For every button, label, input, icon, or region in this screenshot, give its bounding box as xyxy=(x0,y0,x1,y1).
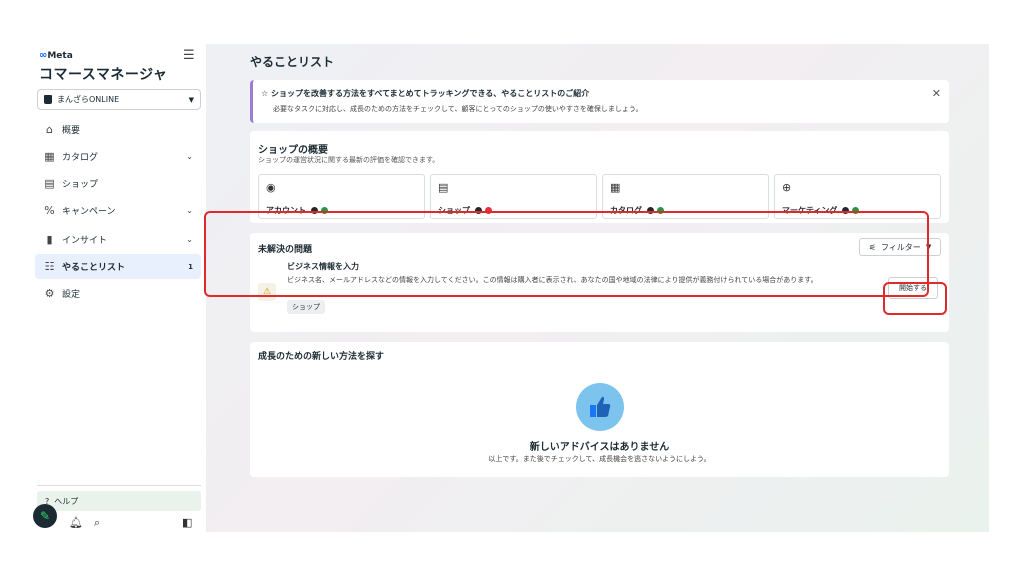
main-content: やることリスト ☆ ショップを改善する方法をすべてまとめてトラッキングできる、や… xyxy=(206,44,989,532)
sidebar-item-label: キャンペーン xyxy=(62,207,116,217)
issue-description: ビジネス名、メールアドレスなどの情報を入力してください。この情報は購入者に表示さ… xyxy=(287,276,818,284)
issue-item: ⚠ ビジネス情報を入力 ビジネス名、メールアドレスなどの情報を入力してください。… xyxy=(250,257,949,329)
overview-tile-account[interactable]: ◉ アカウント xyxy=(258,174,425,219)
sidebar-nav: ⌂ 概要 ▦ カタログ ⌄ ▤ ショップ % キャンペーン ⌄ ▮ インサイト … xyxy=(33,117,203,308)
sidebar: ∞Meta コマースマネージャ ☰ まんざらONLINE ▼ ⌂ 概要 ▦ カタ… xyxy=(33,44,206,532)
info-icon xyxy=(311,207,318,214)
empty-state-text: 以上です。また後でチェックして、成長機会を逃さないようにしよう。 xyxy=(488,455,711,463)
filter-button[interactable]: ⚟ フィルター ▼ xyxy=(859,238,941,256)
start-button[interactable]: 開始する xyxy=(888,277,938,299)
sidebar-item-label: 概要 xyxy=(62,126,81,136)
growth-card: 成長のための新しい方法を探す 新しいアドバイスはありません 以上です。また後でチ… xyxy=(250,342,949,477)
sidebar-item-settings[interactable]: ⚙ 設定 xyxy=(35,281,201,306)
sidebar-item-insights[interactable]: ▮ インサイト ⌄ xyxy=(35,227,201,252)
panel-toggle-icon[interactable]: ◧ xyxy=(182,516,192,529)
storefront-icon: ▤ xyxy=(438,181,449,194)
grid-icon: ▦ xyxy=(610,181,621,194)
shop-selector[interactable]: まんざらONLINE ▼ xyxy=(37,89,201,110)
bell-icon[interactable]: 🔔︎ xyxy=(69,516,83,529)
target-icon: ⊕ xyxy=(782,181,792,194)
tile-label: マーケティング xyxy=(782,206,838,215)
caret-down-icon: ▼ xyxy=(925,243,932,251)
percent-icon: % xyxy=(44,204,55,217)
app-title: コマースマネージャ xyxy=(39,67,168,83)
open-issues-card: 未解決の問題 ⚟ フィルター ▼ ⚠ ビジネス情報を入力 ビジネス名、メールアド… xyxy=(250,233,949,332)
issues-title: 未解決の問題 xyxy=(258,245,313,255)
sidebar-divider xyxy=(37,485,201,486)
chevron-down-icon: ⌄ xyxy=(186,152,193,161)
sidebar-item-label: ショップ xyxy=(62,180,99,190)
status-dot-red xyxy=(485,207,492,214)
grid-icon: ▦ xyxy=(44,150,55,163)
status-dot-green xyxy=(852,207,860,214)
sidebar-item-catalog[interactable]: ▦ カタログ ⌄ xyxy=(35,144,201,169)
tile-label: アカウント xyxy=(266,206,306,215)
banner-title: ☆ ショップを改善する方法をすべてまとめてトラッキングできる、やることリストのご… xyxy=(261,88,589,99)
sliders-icon: ⚟ xyxy=(868,242,876,252)
empty-state-title: 新しいアドバイスはありません xyxy=(529,442,670,453)
tile-label: ショップ xyxy=(438,206,470,215)
issue-title: ビジネス情報を入力 xyxy=(287,262,359,271)
info-icon xyxy=(842,207,850,214)
info-icon xyxy=(647,207,654,214)
banner-text: 必要なタスクに対応し、成長のための方法をチェックして、顧客にとってのショップの使… xyxy=(273,105,643,113)
star-icon: ☆ xyxy=(261,89,271,98)
shop-name: まんざらONLINE xyxy=(57,95,120,104)
close-icon[interactable]: ✕ xyxy=(932,87,941,100)
warning-icon: ⚠ xyxy=(258,283,276,301)
gear-icon: ⚙ xyxy=(44,287,55,300)
sidebar-item-label: やることリスト xyxy=(62,263,126,273)
help-label: ヘルプ xyxy=(54,496,79,506)
tile-label: カタログ xyxy=(610,206,642,215)
intro-banner: ☆ ショップを改善する方法をすべてまとめてトラッキングできる、やることリストのご… xyxy=(250,80,949,123)
bar-chart-icon: ▮ xyxy=(46,233,53,246)
sidebar-item-overview[interactable]: ⌂ 概要 xyxy=(35,117,201,142)
user-circle-icon: ◉ xyxy=(266,181,276,194)
checklist-icon: ☷ xyxy=(44,260,55,273)
storefront-icon: ▤ xyxy=(44,177,55,190)
shop-overview-card: ショップの概要 ショップの運営状況に関する最新の評価を確認できます。 ◉ アカウ… xyxy=(250,131,949,223)
status-dot-green xyxy=(657,207,664,214)
sidebar-item-shop[interactable]: ▤ ショップ xyxy=(35,171,201,196)
sidebar-item-todo[interactable]: ☷ やることリスト 1 xyxy=(35,254,201,279)
sidebar-bottom-bar: 🔔︎ ⌕ ◧ xyxy=(33,514,205,532)
caret-down-icon: ▼ xyxy=(188,95,194,104)
sidebar-item-label: インサイト xyxy=(62,236,108,246)
overview-title: ショップの概要 xyxy=(258,145,328,156)
thumbs-up-icon xyxy=(576,383,624,431)
chevron-down-icon: ⌄ xyxy=(186,235,193,244)
banner-title-text: ショップを改善する方法をすべてまとめてトラッキングできる、やることリストのご紹介 xyxy=(270,89,590,98)
growth-title: 成長のための新しい方法を探す xyxy=(258,352,385,362)
overview-tile-marketing[interactable]: ⊕ マーケティング xyxy=(774,174,941,219)
shop-bag-icon xyxy=(44,95,52,104)
chevron-down-icon: ⌄ xyxy=(186,206,193,215)
overview-tile-shop[interactable]: ▤ ショップ xyxy=(430,174,597,219)
home-icon: ⌂ xyxy=(46,123,53,136)
todo-count-badge: 1 xyxy=(188,262,193,271)
overview-tile-catalog[interactable]: ▦ カタログ xyxy=(602,174,769,219)
edit-pen-icon[interactable]: ✎ xyxy=(33,504,57,528)
menu-icon[interactable]: ☰ xyxy=(183,48,195,63)
app-window: ∞Meta コマースマネージャ ☰ まんざらONLINE ▼ ⌂ 概要 ▦ カタ… xyxy=(33,44,989,532)
sidebar-item-label: 設定 xyxy=(62,290,81,300)
brand-name: Meta xyxy=(47,51,73,61)
sidebar-item-label: カタログ xyxy=(62,153,99,163)
info-icon xyxy=(475,207,482,214)
overview-subtitle: ショップの運営状況に関する最新の評価を確認できます。 xyxy=(258,156,440,164)
page-title: やることリスト xyxy=(250,55,335,69)
issue-tag: ショップ xyxy=(287,300,325,314)
meta-logo: ∞Meta xyxy=(39,50,73,61)
filter-label: フィルター xyxy=(880,242,921,252)
help-button[interactable]: ? ヘルプ xyxy=(37,491,201,511)
status-dot-green xyxy=(321,207,328,214)
sidebar-item-campaign[interactable]: % キャンペーン ⌄ xyxy=(35,198,201,223)
search-icon[interactable]: ⌕ xyxy=(94,516,100,530)
